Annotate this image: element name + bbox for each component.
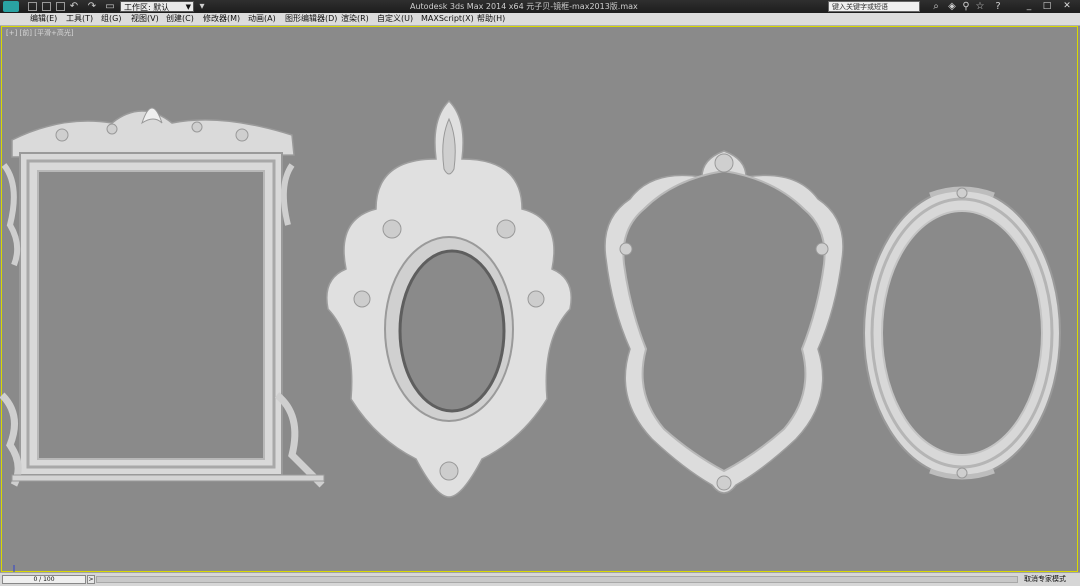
workspace-value: 工作区: 默认 — [124, 3, 170, 12]
communication-center-icon[interactable]: ⚲ — [960, 1, 972, 12]
rectangular-mirror-frame[interactable] — [0, 95, 332, 488]
menu-item-rendering[interactable]: 渲染(R) — [341, 13, 369, 25]
menu-item-create[interactable]: 创建(C) — [166, 13, 194, 25]
search-input[interactable]: 键入关键字或短语 — [828, 1, 920, 12]
menu-item-animation[interactable]: 动画(A) — [248, 13, 276, 25]
favorites-star-icon[interactable]: ☆ — [974, 1, 986, 12]
minimize-button[interactable]: _ — [1022, 1, 1036, 12]
binoculars-search-icon[interactable]: ⌕ — [930, 1, 942, 12]
customize-toolbar-icon[interactable]: ▾ — [196, 1, 208, 12]
rococo-mirror-frame[interactable] — [596, 149, 852, 501]
status-bar: 0 / 100 > 取消专家模式 — [0, 572, 1080, 586]
track-bar[interactable] — [96, 576, 1018, 583]
menu-bar: 编辑(E) 工具(T) 组(G) 视图(V) 创建(C) 修改器(M) 动画(A… — [0, 13, 1080, 26]
redo-icon[interactable]: ↷ — [86, 1, 98, 12]
maximize-button[interactable]: □ — [1040, 1, 1054, 12]
menu-item-tools[interactable]: 工具(T) — [66, 13, 93, 25]
close-button[interactable]: ✕ — [1060, 1, 1074, 12]
baroque-oval-mirror-frame[interactable] — [322, 99, 576, 498]
chevron-down-icon: ▼ — [185, 3, 191, 11]
project-folder-icon[interactable]: ▭ — [104, 1, 116, 12]
title-bar: ↶ ↷ ▭ 工作区: 默认 ▼ ▾ Autodesk 3ds Max 2014 … — [0, 0, 1080, 13]
menu-item-group[interactable]: 组(G) — [101, 13, 121, 25]
open-file-icon[interactable] — [42, 2, 51, 11]
subscription-center-icon[interactable]: ◈ — [946, 1, 958, 12]
expert-mode-cancel-button[interactable]: 取消专家模式 — [1024, 574, 1066, 585]
new-file-icon[interactable] — [28, 2, 37, 11]
menu-item-graph-editors[interactable]: 图形编辑器(D) — [285, 13, 337, 25]
help-icon[interactable]: ? — [992, 1, 1004, 12]
app-logo-icon[interactable] — [3, 1, 19, 12]
workspace-dropdown[interactable]: 工作区: 默认 ▼ — [120, 1, 194, 12]
time-slider[interactable]: 0 / 100 — [2, 575, 86, 584]
front-viewport[interactable]: [+] [前] [平滑+高光] — [0, 26, 1078, 576]
menu-item-help[interactable]: 帮助(H) — [477, 13, 505, 25]
viewport-label[interactable]: [+] [前] [平滑+高光] — [6, 28, 74, 38]
menu-item-maxscript[interactable]: MAXScript(X) — [421, 13, 474, 25]
oval-mirror-frame[interactable] — [860, 185, 1064, 481]
menu-item-views[interactable]: 视图(V) — [131, 13, 159, 25]
save-file-icon[interactable] — [56, 2, 65, 11]
window-title: Autodesk 3ds Max 2014 x64 元子贝-镜框-max2013… — [410, 2, 638, 11]
menu-item-modifiers[interactable]: 修改器(M) — [203, 13, 240, 25]
menu-item-edit[interactable]: 编辑(E) — [30, 13, 57, 25]
undo-icon[interactable]: ↶ — [68, 1, 80, 12]
menu-item-customize[interactable]: 自定义(U) — [377, 13, 413, 25]
frame-crest — [11, 107, 295, 158]
time-slider-next-button[interactable]: > — [87, 575, 95, 584]
